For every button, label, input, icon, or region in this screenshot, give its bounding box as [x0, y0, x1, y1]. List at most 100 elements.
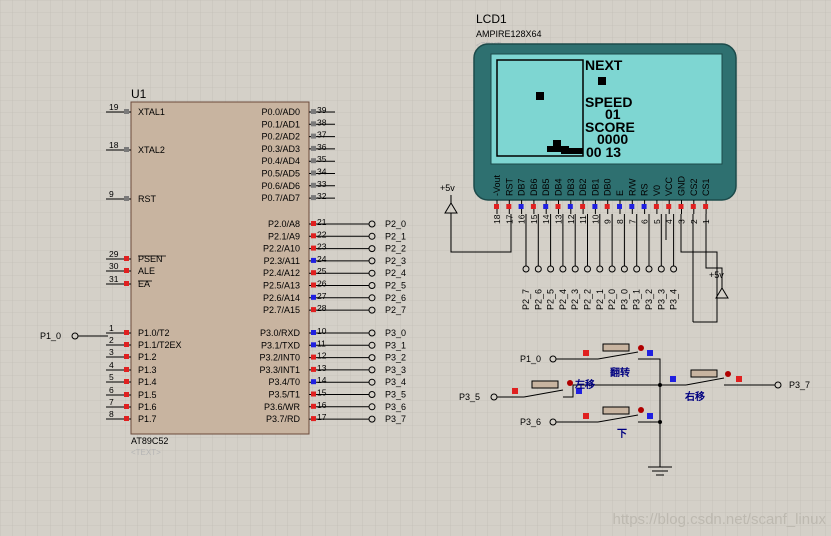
lcd-pin-number: 13: [554, 214, 564, 224]
mcu-pin-name: P1.2: [138, 352, 157, 362]
mcu-pin-marker: [311, 145, 316, 151]
lcd-pin-name: CS1: [701, 178, 711, 196]
mcu-pin-marker: [311, 133, 316, 139]
mcu-pin-number: 3: [109, 347, 114, 357]
lcd-pin-marker: [494, 204, 499, 209]
mcu-pin-number: 22: [317, 229, 327, 239]
lcd-net-label: P3_0: [619, 289, 629, 310]
lcd-pin-name: DB3: [566, 178, 576, 196]
net-label: P3_7: [385, 414, 406, 424]
lcd-pin-marker: [592, 204, 598, 209]
btn-right-label: 右移: [684, 390, 705, 403]
mcu-pin-name: P3.1/TXD: [261, 340, 301, 350]
mcu-pin-name: P3.0/RXD: [260, 328, 301, 338]
net-label: P2_1: [385, 231, 406, 241]
mcu-pin-number: 37: [317, 130, 327, 140]
mcu-pin-number: 13: [317, 363, 327, 373]
lcd-net-label: P2_7: [521, 289, 531, 310]
lcd-pin-marker: [555, 204, 561, 209]
mcu-pin-marker: [124, 354, 129, 359]
mcu-pin-number: 28: [317, 303, 327, 313]
schematic-canvas[interactable]: U1 AT89C52 <TEXT> 19 XTAL118 XTAL29 RST29 PS…: [0, 0, 831, 536]
net-label: P3_2: [385, 353, 406, 363]
net-label: P2_2: [385, 244, 406, 254]
mcu-pin-marker: [311, 403, 316, 409]
mcu-pin-name: P3.2/INT0: [259, 353, 300, 363]
lcd-pin-name: DB0: [603, 178, 613, 196]
lcd-pin-number: 12: [566, 214, 576, 224]
mcu-pin-number: 38: [317, 117, 327, 127]
mcu-pin-number: 18: [109, 140, 119, 150]
mcu-pin-name: P2.6/A14: [263, 293, 300, 303]
lcd-pin-name: V0: [652, 185, 662, 196]
mcu-pin-marker: [311, 416, 316, 422]
lcd-pin-name: DB4: [554, 178, 564, 196]
mcu-pin-marker: [124, 196, 129, 201]
mcu-pin-name: P2.7/A15: [263, 305, 300, 315]
mcu-pin-marker: [124, 416, 129, 421]
net-label: P2_3: [385, 256, 406, 266]
mcu-pin-name: P1.0/T2: [138, 328, 170, 338]
mcu-pin-name: P1.1/T2EX: [138, 340, 182, 350]
mcu-pin-name: EA: [138, 279, 150, 289]
net-label: P2_7: [385, 305, 406, 315]
btn-rotate-label: 翻转: [610, 366, 630, 379]
mcu-pin-number: 26: [317, 279, 327, 289]
mcu-pin-name: P0.4/AD4: [261, 156, 300, 166]
mcu-pin-number: 39: [317, 105, 327, 115]
mcu-pin-name: XTAL1: [138, 107, 165, 117]
mcu-pin-name: ALE: [138, 266, 155, 276]
mcu-pin-number: 16: [317, 400, 327, 410]
lcd-pin-marker: [506, 204, 512, 209]
mcu-pin-number: 23: [317, 242, 327, 252]
mcu-pin-number: 14: [317, 375, 327, 385]
lcd-pin-name: -Vout: [492, 174, 502, 196]
mcu-pin-marker: [311, 109, 316, 114]
lcd-pin-number: 9: [603, 219, 613, 224]
lcd-pin-number: 11: [578, 215, 588, 224]
mcu-pin-marker: [311, 233, 316, 239]
lcd-part: AMPIRE128X64: [476, 29, 542, 39]
lcd-ampire128x64[interactable]: LCD1 AMPIRE128X64 <TEXT> NEXT SPEED 01 S…: [473, 12, 737, 224]
lcd-pin-marker: [530, 204, 536, 209]
mcu-pin-number: 17: [317, 412, 327, 422]
lcd-net-label: P2_6: [533, 289, 543, 310]
mcu-pin-name: P0.5/AD5: [261, 169, 300, 179]
mcu-pin-number: 15: [317, 388, 327, 398]
mcu-pin-name: RST: [138, 194, 157, 204]
lcd-pin-name: VCC: [664, 176, 674, 196]
mcu-text-tag: <TEXT>: [131, 448, 161, 457]
mcu-pin-number: 9: [109, 189, 114, 199]
mcu-pin-name: P0.0/AD0: [261, 107, 300, 117]
net-label: P3_1: [385, 340, 406, 350]
lcd-net-label: P3_1: [632, 289, 642, 310]
lcd-pin-marker: [653, 204, 659, 209]
lcd-net-label: P2_4: [558, 289, 568, 310]
net-label: P3_6: [385, 402, 406, 412]
lcd-pin-marker: [567, 204, 573, 209]
mcu-pin-number: 25: [317, 266, 327, 276]
lcd-pin-name: DB2: [578, 178, 588, 196]
mcu-pin-marker: [124, 147, 129, 152]
mcu-pin-marker: [124, 379, 129, 384]
lcd-net-label: P3_2: [644, 289, 654, 310]
lcd-pin-marker: [666, 204, 672, 209]
mcu-pin-number: 2: [109, 335, 114, 345]
lcd-pin-number: 15: [529, 214, 539, 224]
lcd-pin-number: 2: [689, 219, 699, 224]
lcd-pin-name: DB1: [590, 178, 600, 196]
mcu-pin-name: P2.2/A10: [263, 244, 300, 254]
lcd-pin-marker: [518, 204, 524, 209]
mcu-pin-name: PSEN: [138, 254, 163, 264]
mcu-pin-name: P1.4: [138, 377, 157, 387]
p1-0-net-label: P1_0: [40, 331, 61, 341]
btn-left-label: 左移: [574, 378, 595, 391]
lcd-net-label: P2_2: [583, 289, 593, 310]
net-label: P3_3: [385, 365, 406, 375]
mcu-pin-number: 36: [317, 142, 327, 152]
mcu-pin-number: 30: [109, 261, 119, 271]
mcu-pin-number: 32: [317, 191, 327, 201]
lcd-pin-marker: [543, 204, 549, 209]
mcu-pin-marker: [124, 404, 129, 409]
lcd-pin-marker: [580, 204, 586, 209]
